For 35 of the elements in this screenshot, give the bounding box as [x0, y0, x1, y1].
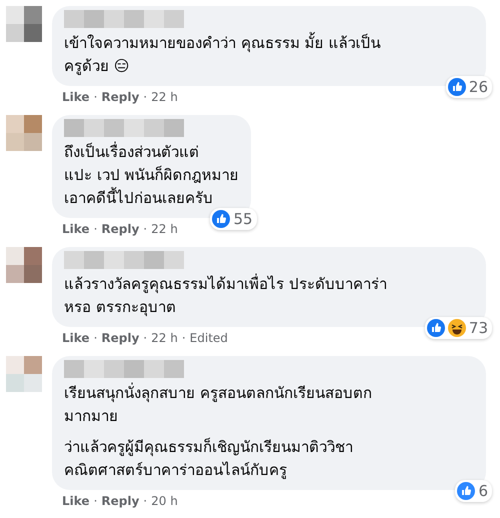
reaction-count: 55	[233, 210, 253, 228]
comment-text: เข้าใจความหมายของคำว่า คุณธรรม มั้ย แล้วเป็น ครูด้วย 😑	[64, 32, 382, 77]
reaction-count: 73	[468, 319, 488, 337]
like-link[interactable]: Like	[62, 221, 90, 237]
reaction-summary[interactable]: 55	[210, 208, 257, 230]
separator: ·	[94, 493, 98, 509]
separator: ·	[143, 330, 148, 346]
like-link[interactable]: Like	[62, 330, 90, 346]
reaction-summary[interactable]: 6	[455, 480, 492, 502]
separator: ·	[182, 330, 186, 346]
reaction-count: 6	[478, 482, 488, 500]
comment-text: ถึงเป็นเรื่องส่วนตัวแต่ แปะ เวป พนันก็ผิดกฎหมาย เอาคดีนี้ไปก่อนเลยครับ	[64, 141, 239, 209]
separator: ·	[143, 493, 148, 509]
timestamp: 22 h	[151, 330, 178, 346]
comment-text: ว่าแล้วครูผู้มีคุณธรรมก็เชิญนักเรียนมาติววิชา คณิตศาสตร์บาคาร่าออนไลน์กับครู	[64, 436, 354, 481]
reaction-summary[interactable]: 26	[446, 76, 492, 98]
reply-link[interactable]: Reply	[101, 493, 140, 509]
edited-label: Edited	[190, 330, 228, 346]
like-link[interactable]: Like	[62, 89, 90, 105]
separator: ·	[94, 330, 98, 346]
timestamp: 22 h	[151, 221, 178, 237]
reply-link[interactable]: Reply	[101, 221, 140, 237]
reaction-summary[interactable]: 73	[424, 317, 492, 339]
separator: ·	[94, 89, 98, 105]
separator: ·	[143, 221, 148, 237]
reply-link[interactable]: Reply	[101, 89, 140, 105]
separator: ·	[143, 89, 148, 105]
separator: ·	[94, 221, 98, 237]
timestamp: 22 h	[151, 89, 178, 105]
comment-text: เรียนสนุกนั่งลุกสบาย ครูสอนตลกนักเรียนสอบตก มากมาย	[64, 382, 373, 427]
reply-link[interactable]: Reply	[101, 330, 140, 346]
reaction-count: 26	[468, 78, 488, 96]
comment-text: แล้วรางวัลครูคุณธรรมได้มาเพื่อไร ประดับบาคาร่า หรอ ตรรกะอุบาต	[64, 273, 388, 318]
timestamp: 20 h	[151, 493, 178, 509]
like-link[interactable]: Like	[62, 493, 90, 509]
